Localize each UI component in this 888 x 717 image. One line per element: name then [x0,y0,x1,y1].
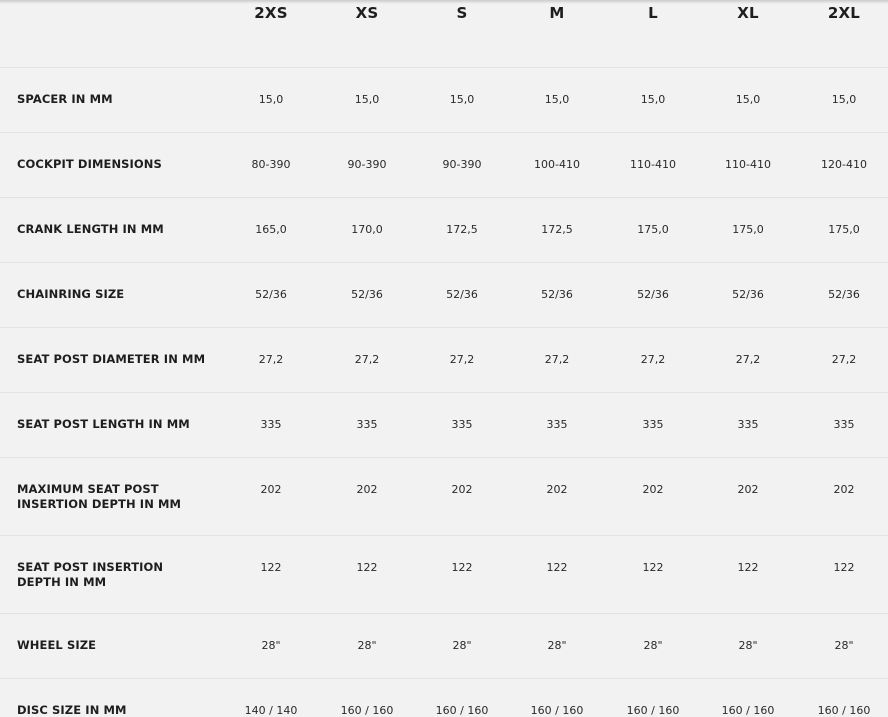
value-cell-s: 90-390 [442,158,482,171]
row-label: MAXIMUM SEAT POST INSERTION DEPTH IN MM [17,482,182,511]
table-row: CRANK LENGTH IN MM 165,0 170,0 172,5 172,5 17… [0,197,888,263]
value-cell-xs: 90-390 [347,158,387,171]
value-cell-2xl: 120-410 [821,158,867,171]
row-label: CHAINRING SIZE [17,287,125,301]
value-cell-xs: 160 / 160 [340,704,394,717]
value-cell-xl: 110-410 [725,158,771,171]
value-cell-m: 28" [547,639,567,652]
value-cell-s: 28" [452,639,472,652]
value-cell-2xs: 335 [260,418,282,431]
value-cell-2xs: 28" [261,639,281,652]
size-header-xs: XS [355,4,379,22]
row-label: DISC SIZE IN MM [17,703,127,717]
table-row: WHEEL SIZE 28" 28" 28" 28" 28" 28" 28" [0,613,888,679]
value-cell-l: 110-410 [630,158,676,171]
value-cell-2xs: 202 [260,483,282,496]
size-header-row: 2XS XS S M L XL 2XL [0,0,888,68]
row-label: WHEEL SIZE [17,638,97,652]
row-label: COCKPIT DIMENSIONS [17,157,162,171]
table-row: SPACER IN MM 15,0 15,0 15,0 15,0 15,0 15,0 15,0 [0,67,888,133]
row-label: CRANK LENGTH IN MM [17,222,164,236]
value-cell-s: 52/36 [446,288,478,301]
value-cell-s: 172,5 [446,223,478,236]
value-cell-xs: 202 [356,483,378,496]
size-header-2xs: 2XS [254,4,288,22]
value-cell-l: 15,0 [640,93,666,106]
table-row: SEAT POST LENGTH IN MM 335 335 335 335 335 335… [0,392,888,458]
value-cell-m: 172,5 [541,223,573,236]
row-label: SPACER IN MM [17,92,113,106]
value-cell-s: 15,0 [449,93,475,106]
size-header-xl: XL [737,4,759,22]
value-cell-l: 122 [642,561,664,574]
table-row: DISC SIZE IN MM 140 / 140 160 / 160 160 / 1… [0,678,888,717]
value-cell-2xs: 140 / 140 [244,704,298,717]
table-row: CHAINRING SIZE 52/36 52/36 52/36 52/36 52/36 5… [0,262,888,328]
size-header-l: L [648,4,658,22]
value-cell-2xl: 160 / 160 [817,704,871,717]
value-cell-2xs: 80-390 [251,158,291,171]
value-cell-m: 335 [546,418,568,431]
table-row: COCKPIT DIMENSIONS 80-390 90-390 90-390 100-… [0,132,888,198]
row-label: SEAT POST LENGTH IN MM [17,417,190,431]
value-cell-2xs: 15,0 [258,93,284,106]
value-cell-xl: 122 [737,561,759,574]
value-cell-2xl: 52/36 [828,288,860,301]
value-cell-xl: 52/36 [732,288,764,301]
value-cell-xl: 28" [738,639,758,652]
value-cell-2xl: 122 [833,561,855,574]
value-cell-2xs: 52/36 [255,288,287,301]
size-header-2xl: 2XL [827,4,861,22]
value-cell-m: 202 [546,483,568,496]
value-cell-2xs: 27,2 [258,353,284,366]
value-cell-s: 27,2 [449,353,475,366]
value-cell-xs: 52/36 [351,288,383,301]
value-cell-l: 175,0 [637,223,669,236]
value-cell-m: 52/36 [541,288,573,301]
value-cell-l: 202 [642,483,664,496]
value-cell-2xl: 175,0 [828,223,860,236]
value-cell-2xl: 335 [833,418,855,431]
value-cell-xs: 27,2 [354,353,380,366]
value-cell-xs: 122 [356,561,378,574]
value-cell-2xl: 28" [834,639,854,652]
value-cell-xl: 202 [737,483,759,496]
value-cell-xl: 160 / 160 [721,704,775,717]
value-cell-xl: 15,0 [735,93,761,106]
table-row: MAXIMUM SEAT POST INSERTION DEPTH IN MM 2… [0,457,888,536]
value-cell-xl: 335 [737,418,759,431]
size-header-m: M [549,4,565,22]
value-cell-xl: 27,2 [735,353,761,366]
value-cell-2xl: 27,2 [831,353,857,366]
value-cell-2xs: 122 [260,561,282,574]
row-label: SEAT POST INSERTION DEPTH IN MM [17,560,164,589]
value-cell-m: 160 / 160 [530,704,584,717]
table-row: SEAT POST INSERTION DEPTH IN MM 122 122 122… [0,535,888,614]
value-cell-xl: 175,0 [732,223,764,236]
value-cell-m: 100-410 [534,158,580,171]
value-cell-l: 28" [643,639,663,652]
value-cell-2xl: 202 [833,483,855,496]
value-cell-xs: 15,0 [354,93,380,106]
value-cell-m: 122 [546,561,568,574]
value-cell-l: 160 / 160 [626,704,680,717]
size-header-s: S [456,4,468,22]
value-cell-2xl: 15,0 [831,93,857,106]
value-cell-xs: 170,0 [351,223,383,236]
value-cell-xs: 335 [356,418,378,431]
value-cell-m: 15,0 [544,93,570,106]
size-chart-page: 2XS XS S M L XL 2XL SPACER IN MM 15,0 15,0… [0,0,888,717]
value-cell-s: 335 [451,418,473,431]
value-cell-s: 202 [451,483,473,496]
value-cell-m: 27,2 [544,353,570,366]
value-cell-l: 27,2 [640,353,666,366]
table-row: SEAT POST DIAMETER IN MM 27,2 27,2 27,2 27,2… [0,327,888,393]
value-cell-l: 52/36 [637,288,669,301]
value-cell-s: 122 [451,561,473,574]
value-cell-l: 335 [642,418,664,431]
value-cell-xs: 28" [357,639,377,652]
value-cell-s: 160 / 160 [435,704,489,717]
row-label: SEAT POST DIAMETER IN MM [17,352,206,366]
value-cell-2xs: 165,0 [255,223,287,236]
